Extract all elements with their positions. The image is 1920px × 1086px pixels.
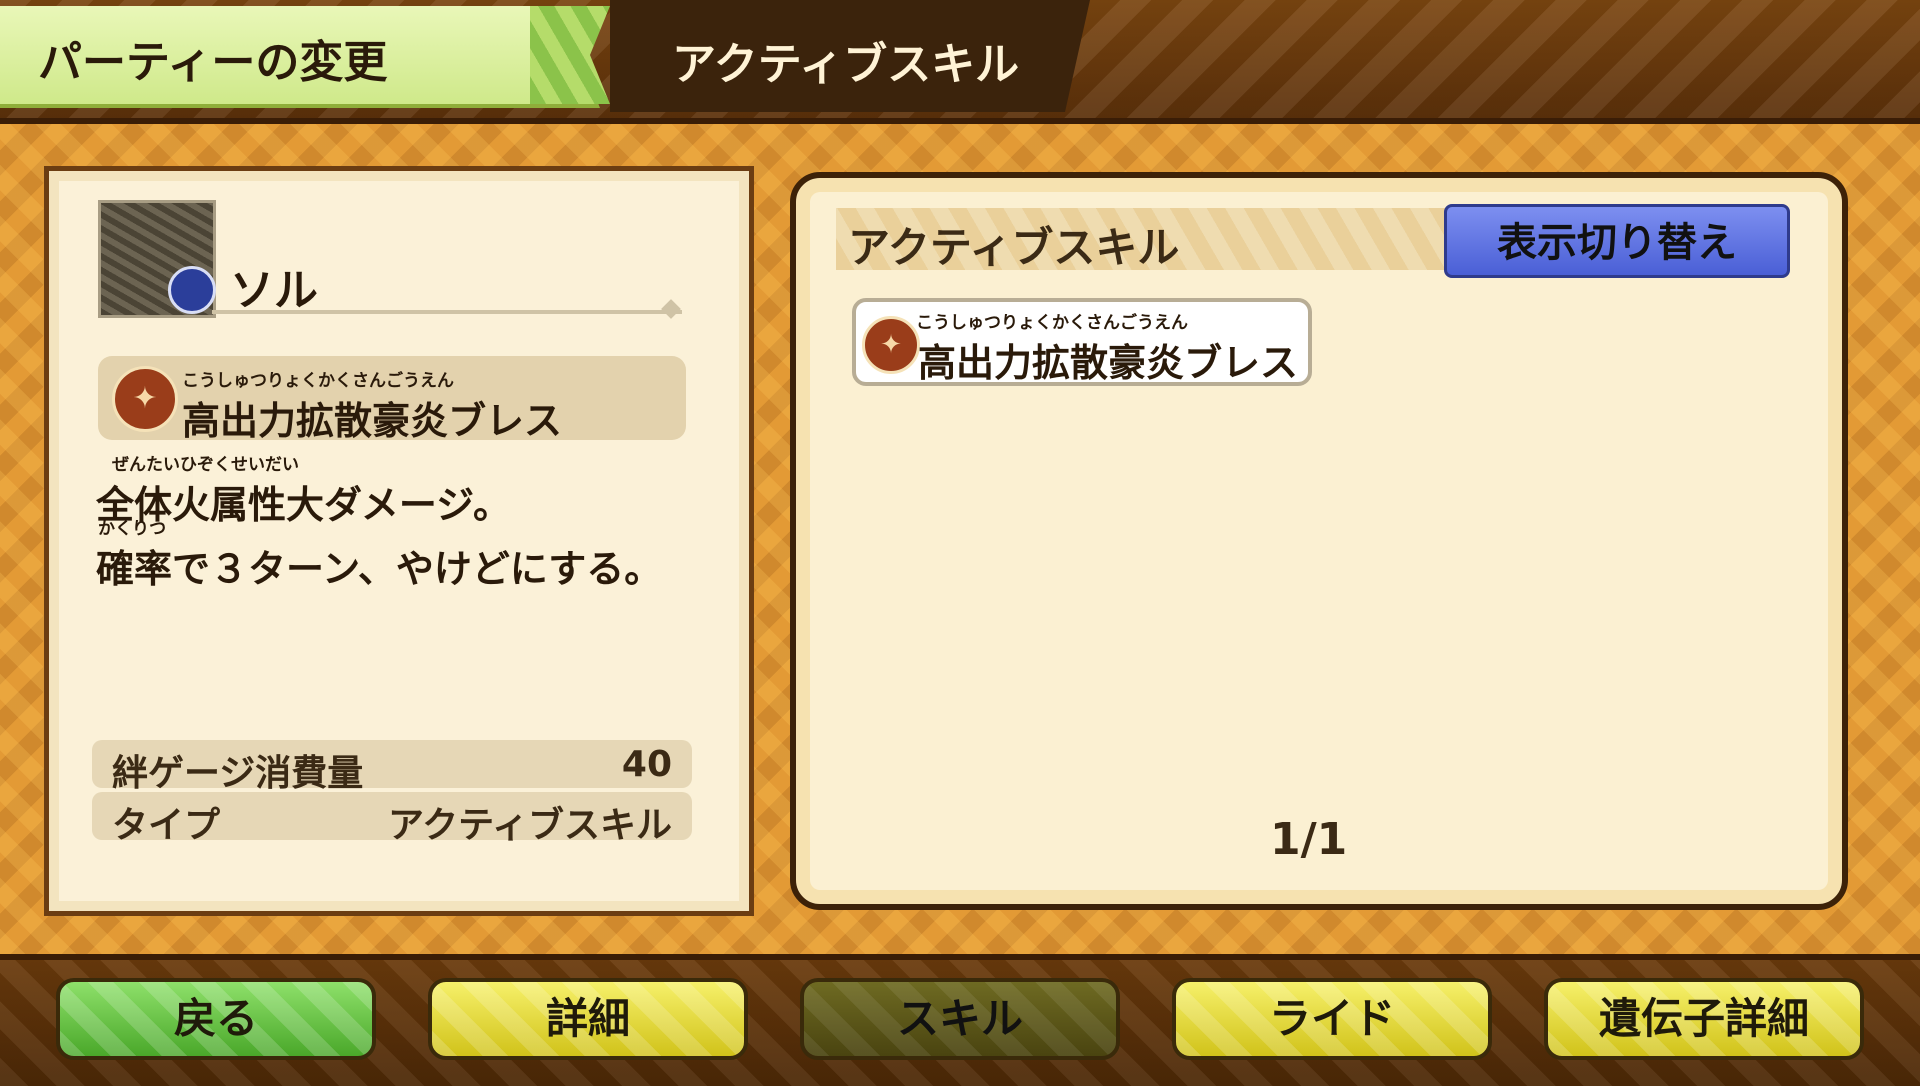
screen-title: アクティブスキル — [672, 39, 1020, 90]
display-toggle-button[interactable]: 表示切り替え — [1444, 204, 1790, 278]
description-ruby-2: かくりつ — [98, 519, 167, 539]
page-indicator: 1/1 — [1270, 814, 1348, 865]
skill-button[interactable]: スキル — [800, 978, 1120, 1060]
ride-button[interactable]: ライド — [1172, 978, 1492, 1060]
stat-label: 絆ゲージ消費量 — [112, 753, 364, 794]
skill-item-name[interactable]: 高出力拡散豪炎ブレス — [918, 332, 1298, 387]
stat-row-type: タイプ アクティブスキル — [92, 792, 692, 846]
skill-name-ruby: こうしゅつりょくかくさんごうえん — [182, 371, 454, 391]
party-change-label[interactable]: パーティーの変更 — [38, 26, 387, 90]
monster-name: ソル — [230, 265, 318, 316]
description-line-2: 確率で３ターン、やけどにする。 — [96, 547, 663, 591]
stat-value: 40 — [621, 744, 672, 785]
back-button[interactable]: 戻る — [56, 978, 376, 1060]
skill-list-panel — [790, 172, 1848, 910]
details-button[interactable]: 詳細 — [428, 978, 748, 1060]
stat-label: タイプ — [112, 805, 221, 846]
name-divider — [212, 310, 682, 314]
stat-row-gauge-cost: 絆ゲージ消費量 40 — [92, 740, 692, 794]
monster-type-badge-icon — [168, 266, 216, 314]
stat-value: アクティブスキル — [387, 805, 672, 846]
skill-name: 高出力拡散豪炎ブレス — [182, 399, 563, 443]
fire-skill-icon: ✦ — [862, 316, 920, 374]
description-ruby-1: ぜんたいひぞくせいだい — [112, 455, 299, 475]
fire-skill-icon: ✦ — [112, 366, 178, 432]
panel-title: アクティブスキル — [848, 223, 1180, 272]
gene-details-button[interactable]: 遺伝子詳細 — [1544, 978, 1864, 1060]
skill-item-ruby: こうしゅつりょくかくさんごうえん — [916, 313, 1188, 333]
